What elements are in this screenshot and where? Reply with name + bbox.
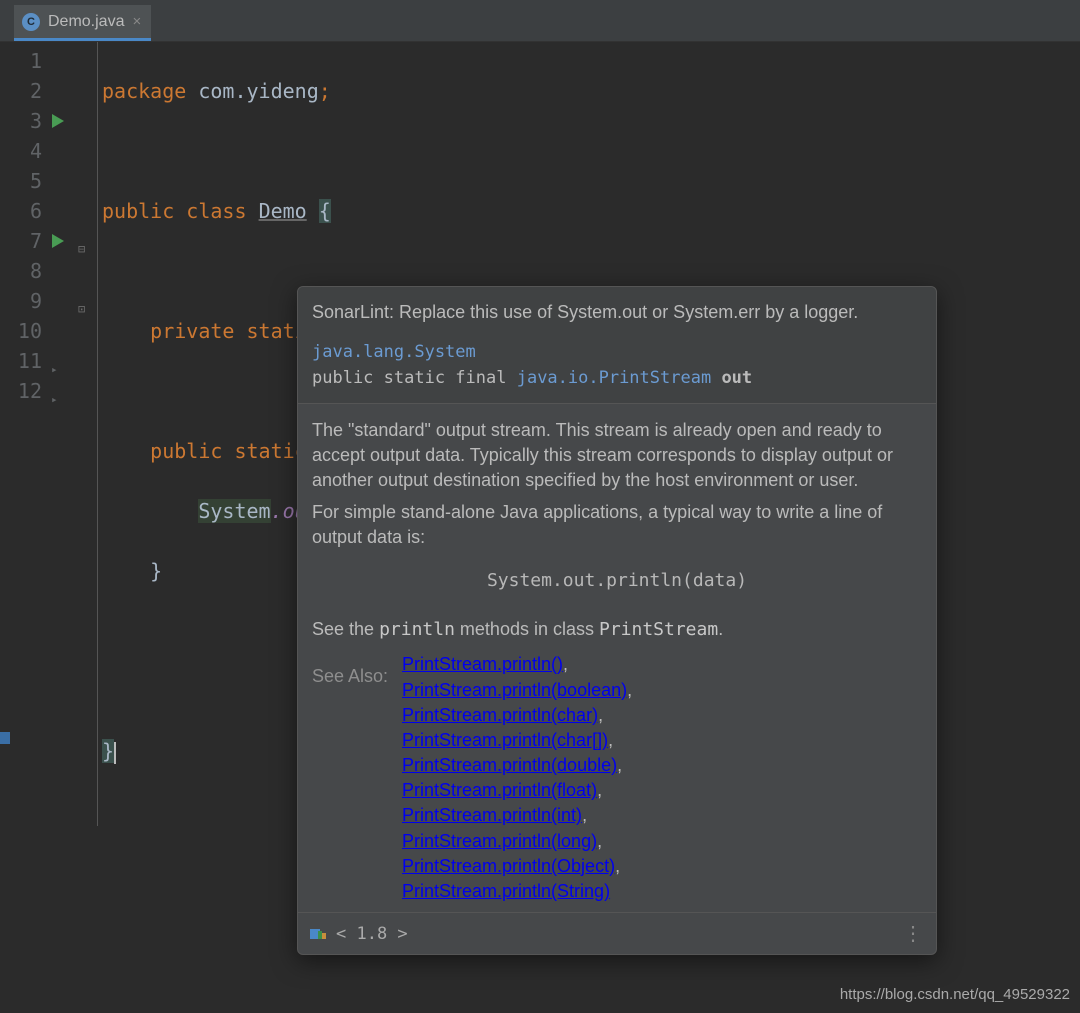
doc-footer: < 1.8 > ⋮ (298, 912, 936, 954)
doc-paragraph: For simple stand-alone Java applications… (312, 500, 922, 550)
run-icon[interactable] (52, 114, 64, 128)
code-line: public class Demo { (102, 196, 632, 226)
see-also-link[interactable]: PrintStream.println(int) (402, 805, 582, 825)
line-number: 9 (0, 286, 42, 316)
see-also-link[interactable]: PrintStream.println(long) (402, 831, 597, 851)
line-number: 12 (0, 376, 42, 406)
sonarlint-warning: SonarLint: Replace this use of System.ou… (312, 299, 922, 326)
fold-gutter: ⊟ ⊡ (76, 42, 98, 826)
line-number: 4 (0, 136, 42, 166)
see-also-link[interactable]: PrintStream.println(char) (402, 705, 598, 725)
doc-class-link[interactable]: java.lang.System (312, 342, 476, 362)
fold-marker-icon: ▸ (51, 385, 58, 415)
file-tab[interactable]: C Demo.java × (14, 5, 151, 41)
line-number: 8 (0, 256, 42, 286)
module-icon (310, 927, 328, 941)
see-also-link[interactable]: PrintStream.println() (402, 654, 563, 674)
see-also-link[interactable]: PrintStream.println(String) (402, 881, 610, 901)
tab-bar: C Demo.java × (0, 0, 1080, 42)
tab-filename: Demo.java (48, 13, 124, 31)
line-number: 3 (0, 106, 42, 136)
line-number: 11 (0, 346, 42, 376)
run-marker-gutter: ▸ ▸ (48, 42, 76, 826)
line-number: 10 (0, 316, 42, 346)
line-number: 5 (0, 166, 42, 196)
fold-close-icon[interactable]: ⊡ (78, 294, 92, 308)
error-stripe-marker[interactable] (0, 732, 10, 744)
doc-paragraph: The "standard" output stream. This strea… (312, 418, 922, 494)
see-also-link[interactable]: PrintStream.println(float) (402, 780, 597, 800)
see-also-label: See Also: (312, 664, 402, 904)
quick-doc-popup: SonarLint: Replace this use of System.ou… (297, 286, 937, 955)
see-also-link[interactable]: PrintStream.println(char[]) (402, 730, 608, 750)
code-line: package com.yideng; (102, 76, 632, 106)
see-also-link[interactable]: PrintStream.println(Object) (402, 856, 615, 876)
run-icon[interactable] (52, 234, 64, 248)
java-class-icon: C (22, 13, 40, 31)
more-menu-icon[interactable]: ⋮ (903, 921, 924, 946)
line-number: 1 (0, 46, 42, 76)
line-number: 7 (0, 226, 42, 256)
code-line (102, 256, 632, 286)
see-also-link[interactable]: PrintStream.println(double) (402, 755, 617, 775)
line-number-gutter: 1 2 3 4 5 6 7 8 9 10 11 12 (0, 42, 48, 826)
doc-body: The "standard" output stream. This strea… (298, 404, 936, 912)
watermark: https://blog.csdn.net/qq_49529322 (840, 986, 1070, 1003)
doc-signature: java.lang.System public static final jav… (312, 340, 922, 391)
text-cursor (114, 742, 116, 764)
doc-header: SonarLint: Replace this use of System.ou… (298, 287, 936, 404)
doc-type-link[interactable]: java.io.PrintStream (517, 368, 711, 388)
line-number: 2 (0, 76, 42, 106)
doc-code-sample: System.out.println(data) (312, 568, 922, 593)
fold-open-icon[interactable]: ⊟ (78, 234, 92, 248)
tab-close-icon[interactable]: × (132, 13, 141, 30)
doc-paragraph: See the println methods in class PrintSt… (312, 617, 922, 642)
jdk-version: < 1.8 > (336, 924, 408, 944)
see-also-list: PrintStream.println(), PrintStream.print… (402, 652, 632, 904)
code-line (102, 136, 632, 166)
see-also-link[interactable]: PrintStream.println(boolean) (402, 680, 627, 700)
line-number: 6 (0, 196, 42, 226)
